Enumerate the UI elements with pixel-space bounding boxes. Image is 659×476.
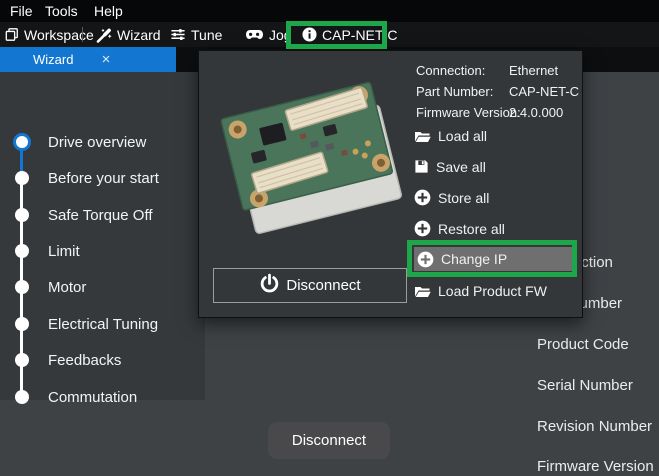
- sidebar-item-electrical-tuning[interactable]: Electrical Tuning: [0, 312, 205, 336]
- menu-help[interactable]: Help: [94, 0, 123, 22]
- menu-item-label: Load all: [438, 128, 487, 144]
- servo-drive-photo: [207, 59, 409, 240]
- info-value: CAP-NET-C: [509, 84, 579, 99]
- step-dot: [15, 171, 29, 185]
- power-icon: [259, 273, 280, 298]
- sidebar-item-feedbacks[interactable]: Feedbacks: [0, 348, 205, 372]
- folder-open-icon: [414, 128, 431, 143]
- toolbar-divider: [82, 27, 83, 42]
- sliders-icon: [170, 27, 186, 42]
- menu-file[interactable]: File: [10, 0, 33, 22]
- disconnect-button[interactable]: Disconnect: [213, 268, 407, 303]
- info-value: 2.4.0.000: [509, 105, 563, 120]
- menu-item-label: Change IP: [441, 251, 507, 267]
- step-dot: [15, 317, 29, 331]
- sidebar-item-safe-torque-off[interactable]: Safe Torque Off: [0, 203, 205, 227]
- step-dot: [15, 353, 29, 367]
- menu-item-restore-all[interactable]: Restore all: [414, 216, 564, 241]
- menu-item-label: Restore all: [438, 221, 505, 237]
- menu-tools[interactable]: Tools: [45, 0, 78, 22]
- info-label: Connection:: [416, 63, 485, 78]
- tab-wizard[interactable]: Wizard ×: [0, 47, 176, 72]
- device-menu-label: CAP-NET-C: [322, 27, 397, 43]
- toolbar: Workspace Wizard Tune Jog CAP-NET-C: [0, 22, 659, 47]
- workspace-label: Workspace: [24, 27, 94, 43]
- wizard-button[interactable]: Wizard: [96, 22, 161, 47]
- tune-label: Tune: [191, 27, 222, 43]
- menu-item-store-all[interactable]: Store all: [414, 185, 564, 210]
- workspace-icon: [5, 27, 19, 42]
- info-icon: [302, 27, 317, 42]
- plus-circle-icon: [414, 220, 431, 237]
- field-label: Firmware Version: [537, 458, 654, 476]
- tab-wizard-label: Wizard: [33, 47, 73, 72]
- menu-item-load-product-fw[interactable]: Load Product FW: [414, 278, 564, 303]
- step-dot: [15, 208, 29, 222]
- disconnect-label: Disconnect: [286, 277, 360, 294]
- close-icon[interactable]: ×: [97, 47, 115, 72]
- info-label: Part Number:: [416, 84, 493, 99]
- sidebar-item-commutation[interactable]: Commutation: [0, 385, 205, 409]
- info-label: Firmware Version:: [416, 105, 521, 120]
- plus-circle-icon: [414, 189, 431, 206]
- wizard-label: Wizard: [117, 27, 161, 43]
- menu-item-load-all[interactable]: Load all: [414, 123, 564, 148]
- save-icon: [414, 159, 429, 174]
- menu-item-label: Store all: [438, 190, 489, 206]
- device-menu-button[interactable]: CAP-NET-C: [302, 22, 397, 47]
- step-dot: [15, 244, 29, 258]
- jog-label: Jog: [269, 27, 292, 43]
- sidebar-item-limit[interactable]: Limit: [0, 239, 205, 263]
- disconnect-button-page[interactable]: Disconnect: [268, 422, 390, 459]
- gamepad-icon: [245, 27, 264, 42]
- wizard-stepper-sidebar: Drive overview Before your start Safe To…: [0, 72, 205, 400]
- step-dot: [15, 390, 29, 404]
- field-label: Product Code: [537, 336, 629, 354]
- field-label: Serial Number: [537, 377, 633, 395]
- tune-button[interactable]: Tune: [170, 22, 222, 47]
- info-value: Ethernet: [509, 63, 558, 78]
- step-dot: [15, 280, 29, 294]
- workspace-button[interactable]: Workspace: [5, 22, 94, 47]
- step-dot: [13, 133, 31, 151]
- folder-open-icon: [414, 283, 431, 298]
- menu-item-label: Load Product FW: [438, 283, 547, 299]
- sidebar-item-before-your-start[interactable]: Before your start: [0, 166, 205, 190]
- menu-item-label: Save all: [436, 159, 486, 175]
- menu-bar: File Tools Help: [0, 0, 659, 22]
- wand-icon: [96, 27, 112, 43]
- jog-button[interactable]: Jog: [245, 22, 292, 47]
- plus-circle-icon: [417, 251, 434, 268]
- device-dropdown-panel: Connection: Ethernet Part Number: CAP-NE…: [198, 50, 583, 318]
- menu-item-save-all[interactable]: Save all: [414, 154, 564, 179]
- menu-item-change-ip[interactable]: Change IP: [414, 247, 572, 271]
- sidebar-item-motor[interactable]: Motor: [0, 275, 205, 299]
- sidebar-item-drive-overview[interactable]: Drive overview: [0, 130, 205, 154]
- field-label: Revision Number: [537, 418, 652, 436]
